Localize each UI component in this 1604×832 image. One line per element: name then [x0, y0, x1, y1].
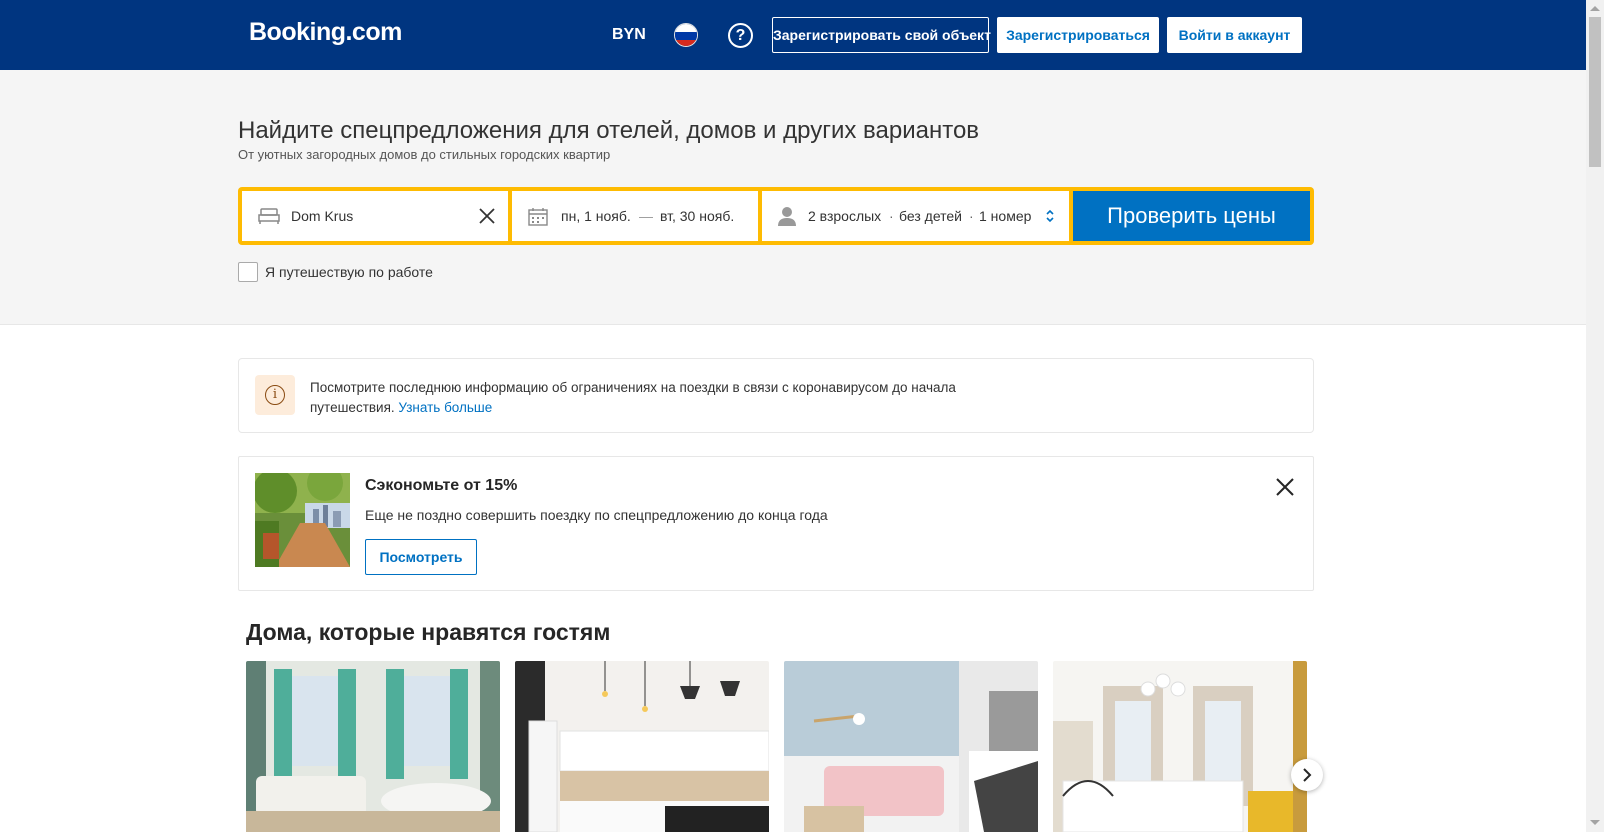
close-icon[interactable]: [1273, 475, 1297, 499]
home-photo: [1053, 661, 1307, 832]
guests-field[interactable]: 2 взрослых · без детей · 1 номер: [762, 191, 1069, 241]
view-deals-button[interactable]: Посмотреть: [365, 539, 477, 575]
register-button[interactable]: Зарегистрироваться: [997, 17, 1159, 53]
rooms-count: 1 номер: [979, 208, 1032, 224]
scroll-down-arrow[interactable]: [1590, 820, 1600, 825]
business-travel-checkbox[interactable]: [238, 262, 258, 282]
promo-banner: Сэкономьте от 15% Еще не поздно совершит…: [238, 456, 1314, 591]
clear-icon[interactable]: [479, 208, 495, 224]
search-hero: Найдите спецпредложения для отелей, домо…: [0, 70, 1586, 325]
home-card[interactable]: [515, 661, 769, 832]
guests-separator: ·: [969, 208, 974, 224]
destination-field[interactable]: Dom Krus: [242, 191, 508, 241]
home-photo: [784, 661, 1038, 832]
person-icon: [778, 207, 796, 226]
info-icon: i: [255, 375, 295, 415]
adults-count: 2 взрослых: [808, 208, 882, 224]
login-button[interactable]: Войти в аккаунт: [1167, 17, 1302, 53]
help-icon[interactable]: ?: [728, 23, 753, 48]
learn-more-link[interactable]: Узнать больше: [398, 400, 492, 415]
currency-selector[interactable]: BYN: [612, 26, 646, 44]
check-prices-button[interactable]: Проверить цены: [1073, 191, 1310, 241]
home-card[interactable]: [784, 661, 1038, 832]
home-photo: [515, 661, 769, 832]
date-separator: —: [639, 208, 653, 224]
russia-flag-icon[interactable]: [674, 23, 698, 47]
home-photo: [246, 661, 500, 832]
page-scrollbar[interactable]: [1586, 0, 1604, 832]
promo-image: [255, 473, 350, 567]
guests-separator: ·: [889, 208, 894, 224]
bed-icon: [258, 208, 280, 224]
page-subtitle: От уютных загородных домов до стильных г…: [238, 147, 611, 162]
homes-section-title: Дома, которые нравятся гостям: [246, 619, 611, 645]
scroll-thumb[interactable]: [1589, 17, 1601, 167]
home-card[interactable]: [246, 661, 500, 832]
chevron-right-icon: [1303, 768, 1312, 782]
notice-text: Посмотрите последнюю информацию об огран…: [310, 378, 1010, 418]
destination-input[interactable]: Dom Krus: [291, 208, 353, 224]
carousel-next-button[interactable]: [1291, 759, 1323, 791]
checkout-date[interactable]: вт, 30 нояб.: [660, 208, 734, 224]
dates-field[interactable]: пн, 1 нояб. — вт, 30 нояб.: [512, 191, 758, 241]
search-box: Dom Krus пн, 1 нояб. — вт, 30 нояб. 2 вз…: [238, 187, 1314, 245]
promo-description: Еще не поздно совершить поездку по спецп…: [365, 507, 828, 523]
covid-notice: i Посмотрите последнюю информацию об огр…: [238, 358, 1314, 433]
promo-title: Сэкономьте от 15%: [365, 477, 518, 494]
top-header: Booking.com BYN ? Зарегистрировать свой …: [0, 0, 1586, 70]
business-travel-label[interactable]: Я путешествую по работе: [265, 264, 433, 280]
calendar-icon: [528, 208, 548, 226]
scroll-up-arrow[interactable]: [1590, 6, 1600, 11]
page-title: Найдите спецпредложения для отелей, домо…: [238, 117, 980, 144]
register-property-button[interactable]: Зарегистрировать свой объект: [772, 17, 991, 53]
children-count: без детей: [899, 208, 962, 224]
home-card[interactable]: [1053, 661, 1307, 832]
checkin-date[interactable]: пн, 1 нояб.: [561, 208, 631, 224]
chevron-updown-icon: [1046, 209, 1054, 223]
booking-logo[interactable]: Booking.com: [249, 18, 402, 47]
